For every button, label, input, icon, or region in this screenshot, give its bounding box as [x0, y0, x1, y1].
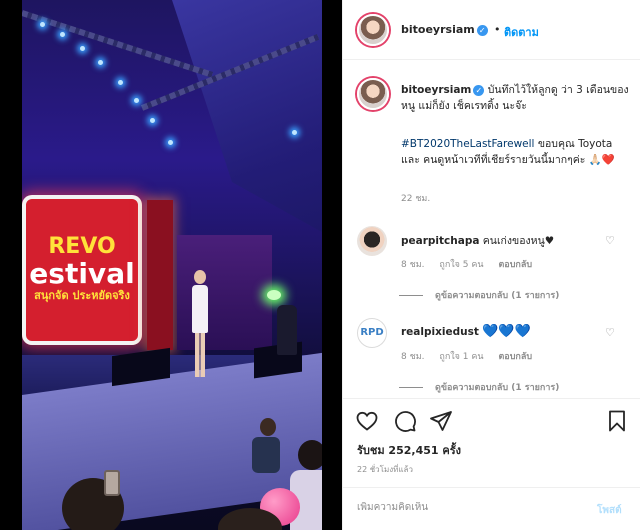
stage-light [168, 140, 173, 145]
reply-button[interactable]: ตอบกลับ [498, 352, 532, 362]
heart-icon[interactable] [355, 409, 379, 433]
stage-canopy [172, 0, 322, 260]
hashtag-link[interactable]: #BT2020TheLastFarewell [401, 138, 534, 150]
green-stage-light [267, 290, 281, 300]
view-count[interactable]: รับชม 252,451 ครั้ง [357, 441, 461, 459]
stage-light [40, 22, 45, 27]
add-comment-bar: โพสต์ [343, 487, 640, 530]
post-panel: bitoeyrsiam ✓ • ติดตาม bitoeyrsiam ✓ บันทึ… [343, 0, 640, 530]
stage-light [60, 32, 65, 37]
comment-body: คนเก่งของหนู♥ [482, 235, 555, 247]
comment-text: pearpitchapa คนเก่งของหนู♥ [401, 232, 554, 249]
stage-light [98, 60, 103, 65]
comment-icon[interactable] [393, 409, 417, 433]
stage-light [134, 98, 139, 103]
comment-time[interactable]: 8 ชม. [401, 352, 425, 362]
post-comment-button[interactable]: โพสต์ [597, 503, 622, 518]
commenter-username[interactable]: pearpitchapa [401, 235, 479, 247]
comment-likes[interactable]: ถูกใจ 1 คน [439, 352, 483, 362]
stage-light [292, 130, 297, 135]
comment-item: RPD realpixiedust 💙💙💙 ♡ 8 ชม. ถูกใจ 1 คน… [343, 318, 640, 398]
festival-sign-text: REVO estival สนุกจัด ประหยัดจริง [22, 234, 142, 302]
post-actions: รับชม 252,451 ครั้ง 22 ชั่วโมงที่แล้ว [343, 398, 640, 478]
sign-line-2: estival [29, 257, 135, 291]
author-avatar[interactable] [357, 14, 389, 46]
comment-time[interactable]: 8 ชม. [401, 260, 425, 270]
bookmark-icon[interactable] [605, 409, 629, 433]
view-replies-button[interactable]: ดูข้อความตอบกลับ (1 รายการ) [435, 380, 559, 394]
lit-pillar [147, 200, 173, 350]
caption-continued: #BT2020TheLastFarewell ขอบคุณ Toyota และ… [401, 136, 629, 168]
caption-author-avatar[interactable] [357, 78, 389, 110]
comment-item: pearpitchapa คนเก่งของหนู♥ ♡ 8 ชม. ถูกใจ… [343, 226, 640, 306]
post-header: bitoeyrsiam ✓ • ติดตาม [343, 0, 640, 60]
stage-light [150, 118, 155, 123]
comment-body: 💙💙💙 [482, 324, 531, 339]
reply-button[interactable]: ตอบกลับ [498, 260, 532, 270]
small-heart-icon[interactable]: ♡ [605, 234, 615, 247]
video-player[interactable]: REVO estival สนุกจัด ประหยัดจริง [0, 0, 343, 530]
sign-line-3: สนุกจัด ประหยัดจริง [34, 288, 130, 302]
comment-likes[interactable]: ถูกใจ 5 คน [439, 260, 483, 270]
commenter-avatar[interactable]: RPD [357, 318, 387, 348]
caption-username[interactable]: bitoeyrsiam [401, 84, 471, 96]
comment-input[interactable] [357, 502, 577, 513]
view-replies-button[interactable]: ดูข้อความตอบกลับ (1 รายการ) [435, 288, 559, 302]
guitarist-figure [277, 305, 297, 355]
caption-timestamp[interactable]: 22 ชม. [401, 191, 430, 205]
comment-text: realpixiedust 💙💙💙 [401, 324, 531, 339]
caption-text: bitoeyrsiam ✓ บันทึกไว้ให้ลูกดู ว่า 3 เดื… [401, 82, 629, 114]
stage-light [80, 46, 85, 51]
raised-phone [104, 470, 120, 496]
concert-stage-image: REVO estival สนุกจัด ประหยัดจริง [22, 0, 322, 530]
paper-plane-icon[interactable] [429, 409, 453, 433]
child-figure [252, 418, 282, 498]
commenter-avatar[interactable] [357, 226, 387, 256]
singer-figure [192, 270, 208, 378]
comment-meta: 8 ชม. ถูกใจ 5 คน ตอบกลับ [401, 257, 544, 271]
commenter-username[interactable]: realpixiedust [401, 326, 479, 338]
author-username[interactable]: bitoeyrsiam ✓ [401, 23, 488, 36]
post-timestamp[interactable]: 22 ชั่วโมงที่แล้ว [357, 463, 413, 476]
sign-line-1: REVO [48, 234, 116, 259]
separator-dot: • [494, 23, 501, 36]
verified-badge-icon: ✓ [473, 84, 485, 96]
follow-button[interactable]: ติดตาม [504, 23, 539, 41]
verified-badge-icon: ✓ [476, 24, 488, 36]
small-heart-icon[interactable]: ♡ [605, 326, 615, 339]
comment-meta: 8 ชม. ถูกใจ 1 คน ตอบกลับ [401, 349, 544, 363]
stage-light [118, 80, 123, 85]
